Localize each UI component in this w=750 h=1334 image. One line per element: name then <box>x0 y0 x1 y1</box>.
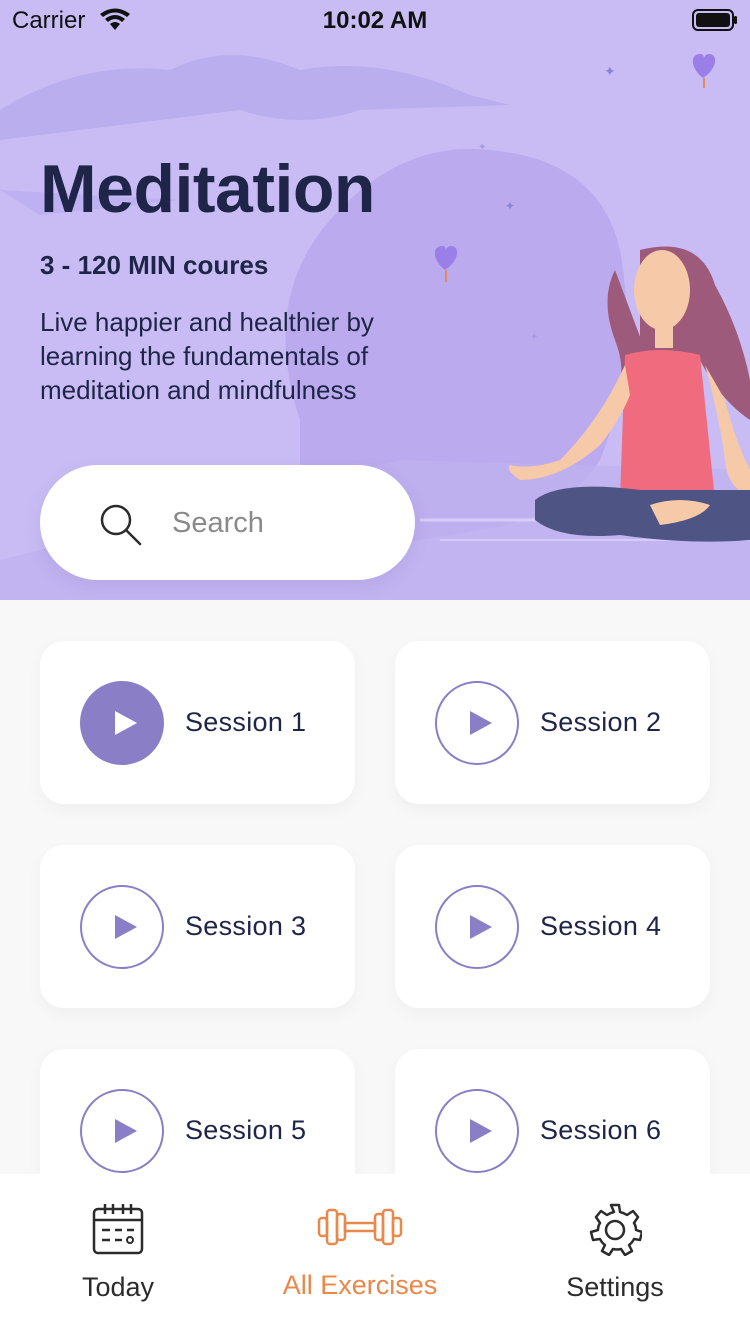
course-duration: 3 - 120 MIN coures <box>40 250 269 280</box>
play-icon <box>115 915 137 939</box>
search-icon <box>100 504 142 546</box>
page-description: Live happier and healthier by learning t… <box>40 307 374 405</box>
tab-settings[interactable]: Settings <box>515 1174 715 1334</box>
search-bar[interactable] <box>40 465 415 580</box>
play-button[interactable] <box>435 1089 519 1173</box>
tab-label: All Exercises <box>282 1270 438 1300</box>
play-button[interactable] <box>80 681 164 765</box>
session-card-3[interactable]: Session 3 <box>40 845 355 1008</box>
tab-label: Today <box>81 1272 155 1302</box>
status-time: 10:02 AM <box>322 7 428 34</box>
tab-bar: Today All Exercises Settings <box>0 1174 750 1334</box>
search-input[interactable] <box>172 501 382 545</box>
hero-header: ✦ ✦ ✦ ✦ Carrier 10:02 AM Meditation 3 - … <box>0 0 750 600</box>
play-button[interactable] <box>435 681 519 765</box>
meditation-screen: ✦ ✦ ✦ ✦ Carrier 10:02 AM Meditation 3 - … <box>0 0 750 1334</box>
tab-all-exercises[interactable]: All Exercises <box>260 1174 460 1334</box>
battery-icon <box>692 9 737 31</box>
play-icon <box>115 711 137 735</box>
status-bar: Carrier 10:02 AM <box>0 0 750 40</box>
calendar-icon <box>92 1204 144 1255</box>
tab-today[interactable]: Today <box>18 1174 218 1334</box>
session-label: Session 2 <box>540 707 662 737</box>
play-button[interactable] <box>80 885 164 969</box>
play-icon <box>470 1119 492 1143</box>
svg-text:✦: ✦ <box>604 63 616 79</box>
play-icon <box>470 915 492 939</box>
session-label: Session 6 <box>540 1115 662 1145</box>
play-icon <box>470 711 492 735</box>
play-icon <box>115 1119 137 1143</box>
session-label: Session 1 <box>185 707 307 737</box>
dumbbell-icon <box>317 1208 403 1246</box>
session-card-4[interactable]: Session 4 <box>395 845 710 1008</box>
tab-label: Settings <box>566 1272 664 1302</box>
session-label: Session 3 <box>185 911 307 941</box>
session-label: Session 5 <box>185 1115 307 1145</box>
play-button[interactable] <box>80 1089 164 1173</box>
page-title: Meditation <box>40 151 375 227</box>
session-card-1[interactable]: Session 1 <box>40 641 355 804</box>
svg-text:✦: ✦ <box>505 199 515 213</box>
gear-icon <box>589 1203 642 1256</box>
svg-text:✦: ✦ <box>530 332 538 343</box>
session-label: Session 4 <box>540 911 662 941</box>
svg-text:✦: ✦ <box>478 142 486 153</box>
play-button[interactable] <box>435 885 519 969</box>
session-card-2[interactable]: Session 2 <box>395 641 710 804</box>
